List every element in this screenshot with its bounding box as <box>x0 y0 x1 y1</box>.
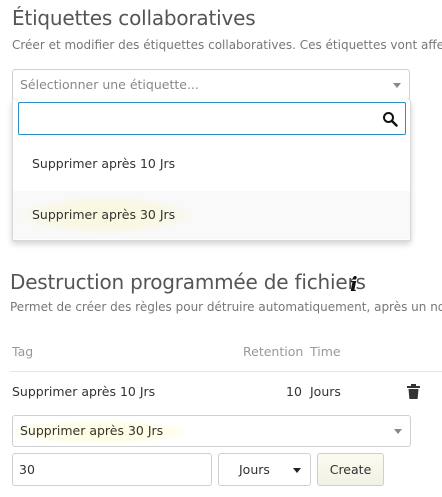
chevron-down-icon <box>394 429 402 434</box>
retention-amount-value: 30 <box>19 462 35 477</box>
chevron-down-icon <box>393 83 401 88</box>
row-time: Jours <box>310 384 341 399</box>
create-button[interactable]: Create <box>317 453 384 486</box>
search-icon <box>383 112 398 127</box>
tag-select-placeholder: Sélectionner une étiquette... <box>20 77 199 92</box>
tag-option-label: Supprimer après 30 Jrs <box>32 207 176 222</box>
tag-option-highlighted[interactable]: Supprimer après 30 Jrs <box>13 191 410 239</box>
tag-option[interactable]: Supprimer après 10 Jrs <box>13 140 410 188</box>
retention-amount-input[interactable]: 30 <box>12 453 212 486</box>
retention-description: Permet de créer des règles pour détruire… <box>10 300 442 314</box>
collab-tags-title: Étiquettes collaboratives <box>12 6 256 30</box>
caret-down-icon <box>293 468 301 473</box>
collab-tags-description: Créer et modifier des étiquettes collabo… <box>12 38 442 52</box>
table-divider <box>10 371 442 372</box>
tag-search-box[interactable] <box>18 102 406 135</box>
column-header-retention: Retention <box>243 344 304 359</box>
row-tag: Supprimer après 10 Jrs <box>12 384 156 399</box>
tag-dropdown: Supprimer après 10 Jrs Supprimer après 3… <box>12 100 411 241</box>
new-rule-tag-select[interactable]: Supprimer après 30 Jrs <box>12 415 411 447</box>
row-retention: 10 <box>286 384 302 399</box>
trash-icon[interactable] <box>407 384 420 399</box>
tag-option-label: Supprimer après 10 Jrs <box>32 156 176 171</box>
retention-unit-value: Jours <box>239 462 270 477</box>
tag-search-input[interactable] <box>25 104 369 134</box>
tag-select[interactable]: Sélectionner une étiquette... <box>12 69 410 101</box>
info-icon[interactable]: i <box>350 272 358 296</box>
retention-unit-select[interactable]: Jours <box>218 453 311 486</box>
new-rule-tag-value: Supprimer après 30 Jrs <box>20 423 164 438</box>
column-header-time: Time <box>310 344 341 359</box>
column-header-tag: Tag <box>12 344 34 359</box>
retention-title: Destruction programmée de fichiers <box>10 270 366 294</box>
